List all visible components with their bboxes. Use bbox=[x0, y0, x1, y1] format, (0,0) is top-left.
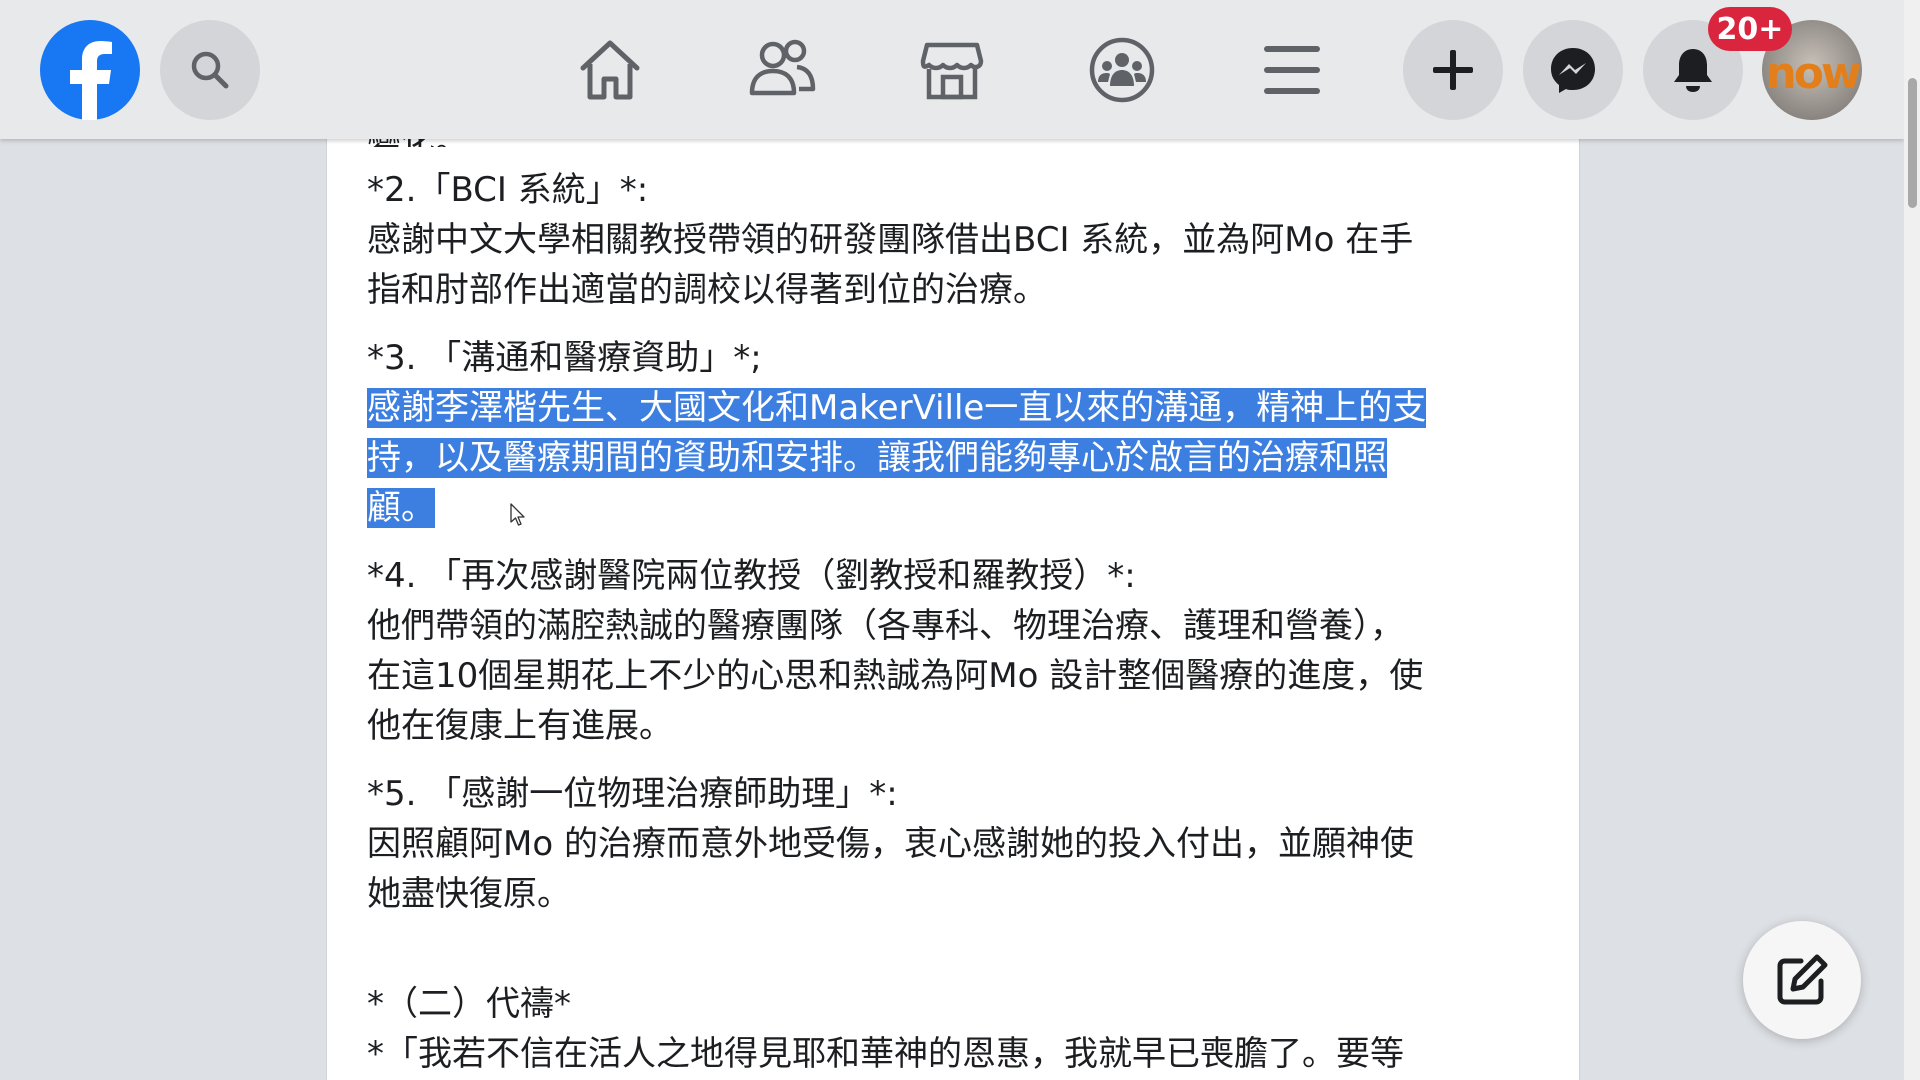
compose-button[interactable] bbox=[1743, 921, 1861, 1039]
section-line: 他在復康上有進展。 bbox=[367, 706, 673, 746]
marketplace-icon bbox=[920, 42, 984, 100]
compose-icon bbox=[1777, 954, 1828, 1005]
page-scrollbar[interactable] bbox=[1904, 0, 1920, 1080]
notification-badge: 20+ bbox=[1708, 7, 1792, 51]
post-body-text: 變化。 *2.「BCI 系統」*: 感謝中文大學相關教授帶領的研發團隊借出BCI… bbox=[367, 139, 1497, 1079]
search-icon bbox=[191, 51, 229, 89]
scrollbar-thumb[interactable] bbox=[1908, 78, 1917, 208]
home-icon bbox=[580, 40, 640, 100]
messenger-icon bbox=[1551, 48, 1595, 93]
highlighted-line[interactable]: 持，以及醫療期間的資助和安排。讓我們能夠專心於啟言的治療和照 bbox=[367, 438, 1387, 478]
clipped-line: 變化。 bbox=[367, 139, 1497, 147]
nav-friends[interactable] bbox=[746, 34, 818, 106]
bell-icon bbox=[1674, 49, 1712, 92]
highlighted-line[interactable]: 感謝李澤楷先生、大國文化和MakerVille一直以來的溝通，精神上的支 bbox=[367, 388, 1427, 428]
section-heading: *5. 「感謝一位物理治療師助理」*: bbox=[367, 774, 898, 814]
section-heading: *3. 「溝通和醫療資助」*; bbox=[367, 338, 762, 378]
plus-icon bbox=[1433, 50, 1473, 90]
nav-groups[interactable] bbox=[1086, 34, 1158, 106]
section-heading: *4. 「再次感謝醫院兩位教授（劉教授和羅教授）*: bbox=[367, 556, 1136, 596]
section-heading: *2.「BCI 系統」*: bbox=[367, 170, 649, 210]
section-4: *4. 「再次感謝醫院兩位教授（劉教授和羅教授）*: 他們帶領的滿腔熱誠的醫療團… bbox=[367, 551, 1497, 751]
section-2: *2.「BCI 系統」*: 感謝中文大學相關教授帶領的研發團隊借出BCI 系統，… bbox=[367, 165, 1497, 315]
facebook-logo-icon[interactable] bbox=[40, 20, 140, 120]
nav-marketplace[interactable] bbox=[916, 34, 988, 106]
section-line: 她盡快復原。 bbox=[367, 874, 571, 914]
section-line: 在這10個星期花上不少的心思和熱誠為阿Mo 設計整個醫療的進度，使 bbox=[367, 656, 1424, 696]
search-button[interactable] bbox=[160, 20, 260, 120]
nav-home[interactable] bbox=[574, 34, 646, 106]
section-line: 指和肘部作出適當的調校以得著到位的治療。 bbox=[367, 270, 1047, 310]
section-3: *3. 「溝通和醫療資助」*; 感謝李澤楷先生、大國文化和MakerVille一… bbox=[367, 333, 1497, 533]
top-navigation-bar: 20+ now bbox=[0, 0, 1904, 139]
section-line: 他們帶領的滿腔熱誠的醫療團隊（各專科、物理治療、護理和營養）， bbox=[367, 606, 1404, 646]
section-two-heading: *（二）代禱* bbox=[367, 984, 571, 1024]
create-button[interactable] bbox=[1403, 20, 1503, 120]
groups-icon bbox=[1089, 37, 1155, 103]
post-card: 變化。 *2.「BCI 系統」*: 感謝中文大學相關教授帶領的研發團隊借出BCI… bbox=[326, 139, 1580, 1080]
highlighted-line[interactable]: 顧。 bbox=[367, 488, 435, 528]
nav-menu[interactable] bbox=[1256, 34, 1328, 106]
menu-icon bbox=[1264, 46, 1320, 94]
last-visible-line: *「我若不信在活人之地得見耶和華神的恩惠，我就早已喪膽了。要等 bbox=[367, 1034, 1404, 1074]
mouse-cursor-icon bbox=[510, 503, 525, 526]
friends-icon bbox=[749, 39, 816, 96]
section-line: 感謝中文大學相關教授帶領的研發團隊借出BCI 系統，並為阿Mo 在手 bbox=[367, 220, 1414, 260]
avatar-logo-text: now bbox=[1765, 47, 1861, 99]
section-5: *5. 「感謝一位物理治療師助理」*: 因照顧阿Mo 的治療而意外地受傷，衷心感… bbox=[367, 769, 1497, 919]
section-line: 因照顧阿Mo 的治療而意外地受傷，衷心感謝她的投入付出，並願神使 bbox=[367, 824, 1414, 864]
messenger-button[interactable] bbox=[1523, 20, 1623, 120]
